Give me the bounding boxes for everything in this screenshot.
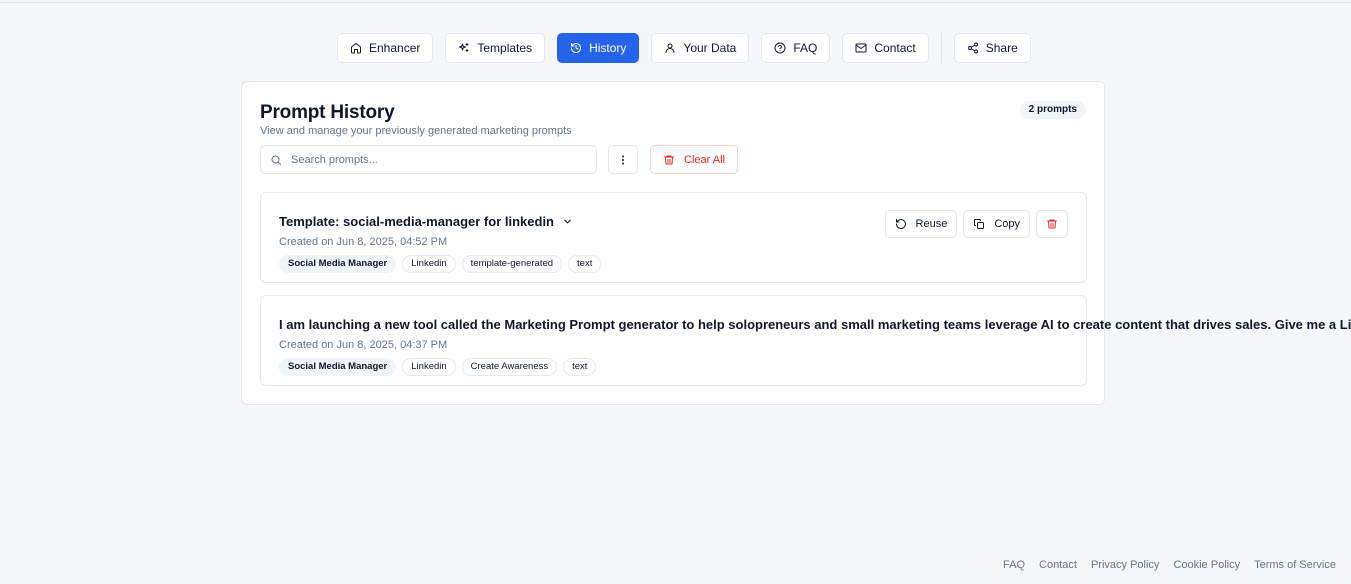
- copy-icon: [974, 219, 985, 229]
- chevron-down-icon: [564, 219, 571, 224]
- tag: Linkedin: [402, 358, 456, 376]
- trash-icon: [664, 155, 674, 164]
- nav-templates-label: Templates: [477, 41, 533, 55]
- help-circle-icon: [774, 42, 786, 54]
- nav-templates[interactable]: Templates: [445, 33, 546, 63]
- page-title: Prompt History: [260, 102, 395, 123]
- nav-contact-label: Contact: [874, 41, 916, 55]
- tag: Social Media Manager: [279, 358, 397, 376]
- tag: Social Media Manager: [279, 255, 397, 273]
- tag: Create Awareness: [461, 358, 558, 376]
- copy-label: Copy: [994, 218, 1020, 230]
- nav-your-data-label: Your Data: [683, 41, 737, 55]
- nav-enhancer-label: Enhancer: [369, 41, 421, 55]
- main-nav: Enhancer Templates History Your Data FAQ…: [337, 33, 1043, 63]
- history-item-date: Created on Jun 8, 2025, 04:52 PM: [279, 236, 448, 248]
- history-item: I am launching a new tool called the Mar…: [260, 295, 1351, 386]
- history-item-title-text: Template: social-media-manager for linke…: [279, 214, 554, 229]
- tag: text: [563, 358, 597, 376]
- tag: text: [568, 255, 602, 273]
- mail-icon: [855, 43, 867, 53]
- rotate-ccw-icon: [895, 219, 906, 229]
- clear-all-button[interactable]: Clear All: [650, 145, 738, 174]
- footer-link-faq[interactable]: FAQ: [1003, 559, 1025, 571]
- prompt-count-badge: 2 prompts: [1019, 101, 1086, 119]
- footer-link-cookie[interactable]: Cookie Policy: [1173, 559, 1240, 571]
- reuse-button[interactable]: Reuse: [884, 210, 958, 238]
- history-item-title[interactable]: Template: social-media-manager for linke…: [279, 214, 573, 229]
- reuse-label: Reuse: [915, 218, 948, 230]
- nav-faq-label: FAQ: [793, 41, 818, 55]
- share-button[interactable]: Share: [953, 33, 1031, 63]
- share-icon: [967, 42, 978, 54]
- prompt-history-card: Prompt History View and manage your prev…: [241, 81, 1351, 405]
- history-item-tags: Social Media Manager Linkedin template-g…: [279, 255, 602, 273]
- nav-faq[interactable]: FAQ: [761, 33, 831, 63]
- top-divider: [0, 2, 1351, 3]
- more-vertical-icon: [622, 155, 624, 164]
- nav-history[interactable]: History: [557, 33, 640, 63]
- history-item: Template: social-media-manager for linke…: [260, 192, 1087, 283]
- footer-link-privacy[interactable]: Privacy Policy: [1091, 559, 1159, 571]
- history-item-actions: Reuse Copy: [884, 210, 1068, 238]
- tag: Linkedin: [402, 255, 456, 273]
- search-icon: [271, 155, 281, 165]
- history-item-title-text: I am launching a new tool called the Mar…: [279, 317, 1351, 332]
- home-icon: [351, 43, 361, 54]
- history-icon: [571, 43, 582, 53]
- tag: template-generated: [461, 255, 563, 273]
- user-icon: [665, 43, 675, 53]
- history-item-tags: Social Media Manager Linkedin Create Awa…: [279, 358, 597, 376]
- search-box: [260, 145, 597, 174]
- footer-links: FAQ Contact Privacy Policy Cookie Policy…: [1003, 559, 1336, 571]
- page-subtitle: View and manage your previously generate…: [260, 125, 572, 137]
- search-input[interactable]: [291, 153, 581, 166]
- footer-link-contact[interactable]: Contact: [1039, 559, 1077, 571]
- nav-your-data[interactable]: Your Data: [651, 33, 750, 63]
- share-label: Share: [985, 41, 1018, 55]
- history-item-date: Created on Jun 8, 2025, 04:37 PM: [279, 339, 448, 351]
- nav-separator: [940, 33, 942, 63]
- delete-item-button[interactable]: [1036, 210, 1068, 238]
- nav-history-label: History: [589, 41, 627, 55]
- trash-icon: [1047, 219, 1057, 229]
- nav-enhancer[interactable]: Enhancer: [337, 33, 434, 63]
- clear-all-label: Clear All: [684, 153, 725, 166]
- history-item-title[interactable]: I am launching a new tool called the Mar…: [279, 317, 1351, 332]
- more-options-button[interactable]: [608, 145, 638, 174]
- footer-link-terms[interactable]: Terms of Service: [1254, 559, 1336, 571]
- sparkles-icon: [459, 43, 469, 52]
- copy-button[interactable]: Copy: [963, 210, 1030, 238]
- nav-contact[interactable]: Contact: [842, 33, 929, 63]
